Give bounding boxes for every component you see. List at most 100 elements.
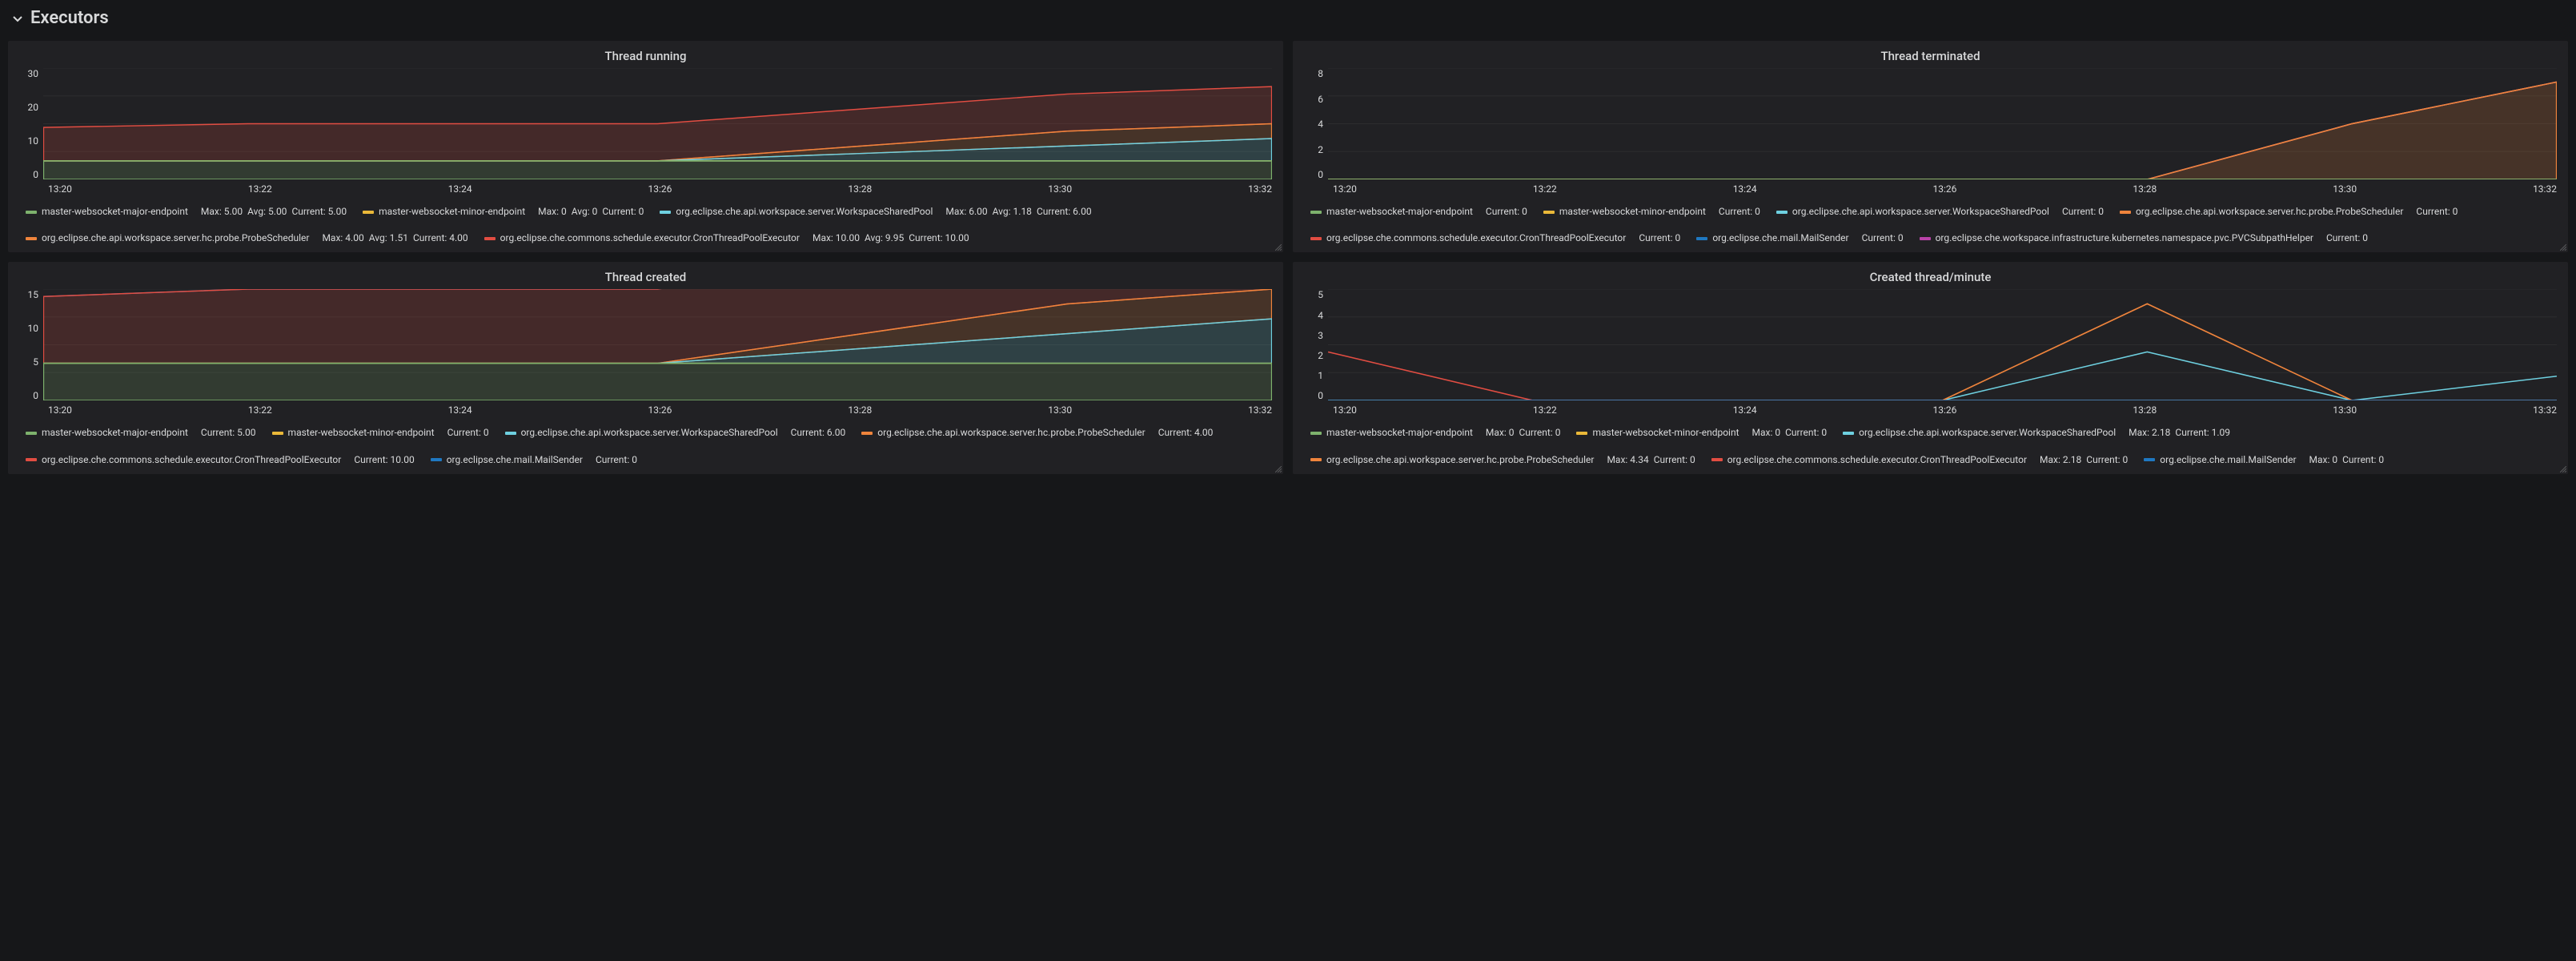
x-tick: 13:22	[1533, 404, 1557, 416]
legend-stats: Max: 4.34Current: 0	[1602, 452, 1695, 468]
legend-item[interactable]: org.eclipse.che.api.workspace.server.Wor…	[505, 425, 846, 440]
x-tick: 13:30	[2333, 183, 2357, 195]
legend-item[interactable]: org.eclipse.che.mail.MailSenderCurrent: …	[431, 452, 637, 468]
chart-area[interactable]: 86420	[1304, 68, 2557, 180]
plot[interactable]	[1328, 68, 2557, 180]
x-tick: 13:24	[1733, 404, 1757, 416]
y-tick: 3	[1318, 330, 1323, 341]
legend-stat: Current: 0	[1486, 206, 1527, 217]
legend-stats: Current: 0	[1481, 204, 1527, 219]
legend-item[interactable]: master-websocket-major-endpoint Max: 5.00…	[26, 204, 347, 219]
legend-series-name: master-websocket-minor-endpoint	[1592, 425, 1739, 440]
x-tick: 13:32	[1248, 183, 1272, 195]
legend-stats: Current: 0	[2321, 231, 2368, 246]
legend-series-name: master-websocket-major-endpoint	[42, 204, 188, 219]
panel-title[interactable]: Created thread/minute	[1304, 270, 2557, 284]
x-tick: 13:32	[2533, 404, 2557, 416]
legend-item[interactable]: org.eclipse.che.commons.schedule.executo…	[26, 452, 415, 468]
legend-item[interactable]: org.eclipse.che.workspace.infrastructure…	[1920, 231, 2368, 246]
legend-series-name: org.eclipse.che.mail.MailSender	[2160, 452, 2296, 468]
legend-stat: Max: 10.00	[813, 232, 860, 243]
chart-area[interactable]: 543210	[1304, 289, 2557, 401]
legend-item[interactable]: org.eclipse.che.api.workspace.server.Wor…	[660, 204, 1091, 219]
legend-item[interactable]: org.eclipse.che.commons.schedule.executo…	[484, 231, 969, 246]
legend-stat: Max: 0	[2309, 454, 2338, 465]
y-tick: 4	[1318, 119, 1323, 130]
resize-handle-icon[interactable]	[2560, 466, 2566, 472]
y-tick: 2	[1318, 350, 1323, 361]
legend-swatch	[1310, 432, 1322, 435]
x-tick: 13:20	[48, 404, 72, 416]
panel-title[interactable]: Thread terminated	[1304, 49, 2557, 63]
legend-item[interactable]: master-websocket-major-endpointMax: 0Cur…	[1310, 425, 1560, 440]
legend-swatch	[861, 432, 873, 435]
legend-series-name: org.eclipse.che.commons.schedule.executo…	[1727, 452, 2027, 468]
legend-swatch	[505, 432, 516, 435]
x-tick: 13:28	[848, 404, 872, 416]
legend-item[interactable]: org.eclipse.che.api.workspace.server.Wor…	[1776, 204, 2104, 219]
legend-stats: Current: 0	[1714, 204, 1760, 219]
legend-item[interactable]: org.eclipse.che.commons.schedule.executo…	[1310, 231, 1680, 246]
section-header[interactable]: Executors	[8, 0, 2568, 41]
x-tick: 13:32	[1248, 404, 1272, 416]
legend-series-name: org.eclipse.che.api.workspace.server.hc.…	[1326, 452, 1594, 468]
plot[interactable]	[43, 289, 1272, 401]
legend-item[interactable]: org.eclipse.che.api.workspace.server.hc.…	[861, 425, 1213, 440]
x-tick: 13:24	[1733, 183, 1757, 195]
legend-stat: Current: 0	[447, 427, 489, 438]
legend-item[interactable]: org.eclipse.che.commons.schedule.executo…	[1711, 452, 2129, 468]
x-axis: 13:2013:2213:2413:2613:2813:3013:32	[1304, 180, 2557, 201]
panel-title[interactable]: Thread running	[19, 49, 1272, 63]
legend-item[interactable]: org.eclipse.che.mail.MailSenderCurrent: …	[1696, 231, 1903, 246]
legend-item[interactable]: master-websocket-minor-endpointCurrent: …	[272, 425, 489, 440]
legend-swatch	[1543, 211, 1555, 214]
legend-item[interactable]: master-websocket-minor-endpointMax: 0Cur…	[1576, 425, 1827, 440]
legend-stat: Max: 2.18	[2129, 427, 2170, 438]
legend-item[interactable]: master-websocket-minor-endpointMax: 0Avg…	[363, 204, 644, 219]
y-tick: 8	[1318, 68, 1323, 79]
legend-series-name: master-websocket-major-endpoint	[1326, 425, 1473, 440]
panel-created-thread-per-minute[interactable]: Created thread/minute54321013:2013:2213:…	[1293, 262, 2568, 473]
x-tick: 13:24	[448, 404, 472, 416]
panel-title[interactable]: Thread created	[19, 270, 1272, 284]
chart-area[interactable]: 3020100	[19, 68, 1272, 180]
plot[interactable]	[43, 68, 1272, 180]
y-tick: 1	[1318, 370, 1323, 381]
legend-series-name: master-websocket-major-endpoint	[1326, 204, 1473, 219]
panel-thread-terminated[interactable]: Thread terminated 8642013:2013:2213:2413:…	[1293, 41, 2568, 252]
resize-handle-icon[interactable]	[1275, 466, 1282, 472]
y-tick: 10	[28, 323, 39, 334]
legend-stat: Current: 5.00	[201, 427, 256, 438]
legend-stat: Current: 0	[1654, 454, 1695, 465]
resize-handle-icon[interactable]	[2560, 244, 2566, 251]
y-axis: 151050	[19, 289, 43, 401]
legend-stat: Current: 0	[2086, 454, 2128, 465]
resize-handle-icon[interactable]	[1275, 244, 1282, 251]
legend-swatch	[26, 432, 37, 435]
legend-stats: Max: 10.00Avg: 9.95Current: 10.00	[808, 231, 969, 246]
legend-stat: Current: 0	[2342, 454, 2384, 465]
chart-area[interactable]: 151050	[19, 289, 1272, 401]
panel-thread-running[interactable]: Thread running302010013:2013:2213:2413:2…	[8, 41, 1283, 252]
y-axis: 543210	[1304, 289, 1328, 401]
legend-item[interactable]: org.eclipse.che.api.workspace.server.hc.…	[26, 231, 468, 246]
legend-item[interactable]: master-websocket-minor-endpointCurrent: …	[1543, 204, 1760, 219]
legend: master-websocket-major-endpoint Max: 5.00…	[19, 201, 1272, 246]
legend-stat: Max: 0	[1486, 427, 1515, 438]
plot[interactable]	[1328, 289, 2557, 401]
legend-stat: Avg: 1.51	[369, 232, 408, 243]
x-tick: 13:26	[648, 183, 672, 195]
legend-item[interactable]: org.eclipse.che.api.workspace.server.Wor…	[1843, 425, 2230, 440]
legend-item[interactable]: master-websocket-major-endpointCurrent: …	[26, 425, 256, 440]
legend-stat: Max: 0	[1752, 427, 1781, 438]
legend-item[interactable]: master-websocket-major-endpoint Current: …	[1310, 204, 1527, 219]
y-tick: 30	[28, 68, 39, 79]
panel-thread-created[interactable]: Thread created15105013:2013:2213:2413:26…	[8, 262, 1283, 473]
legend-item[interactable]: org.eclipse.che.mail.MailSender Max: 0 Cur…	[2144, 452, 2384, 468]
legend-stat: Max: 5.00	[201, 206, 243, 217]
legend-series-name: org.eclipse.che.api.workspace.server.Wor…	[676, 204, 933, 219]
legend-swatch	[363, 211, 374, 214]
legend-stats: Max: 6.00Avg: 1.18Current: 6.00	[941, 204, 1091, 219]
legend-item[interactable]: org.eclipse.che.api.workspace.server.hc.…	[1310, 452, 1695, 468]
legend-item[interactable]: org.eclipse.che.api.workspace.server.hc.…	[2120, 204, 2458, 219]
